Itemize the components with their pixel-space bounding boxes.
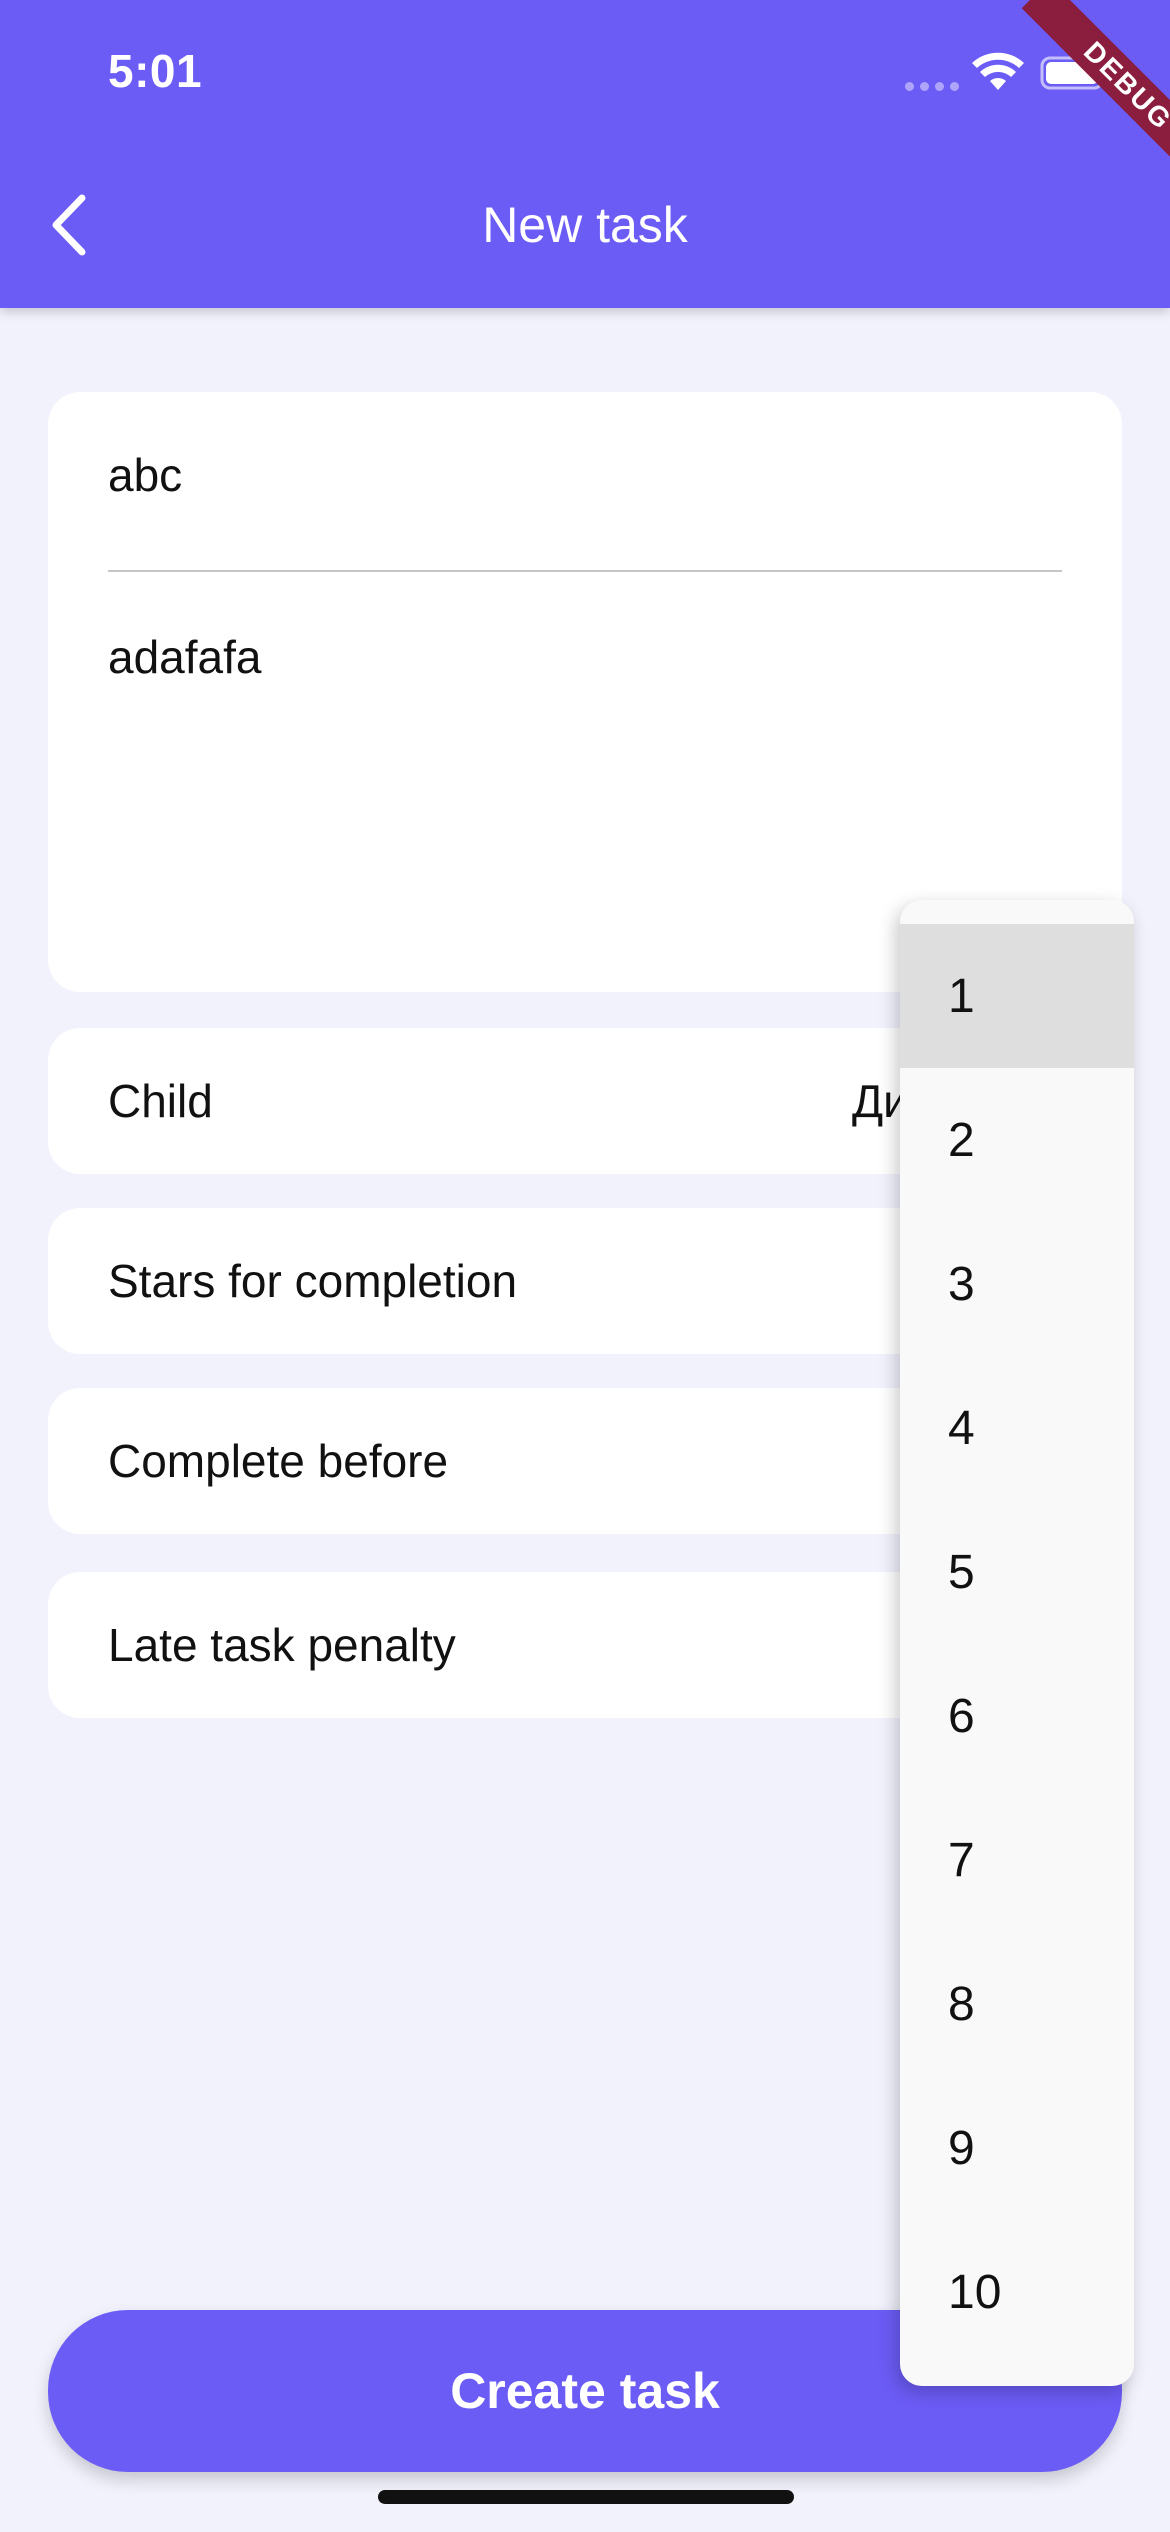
wifi-icon xyxy=(972,52,1024,90)
dropdown-option[interactable]: 9 xyxy=(900,2076,1134,2220)
dropdown-option[interactable]: 2 xyxy=(900,1068,1134,1212)
stars-label: Stars for completion xyxy=(108,1255,518,1307)
home-indicator xyxy=(378,2490,794,2504)
debug-ribbon: DEBUG xyxy=(1021,0,1170,180)
late-penalty-label: Late task penalty xyxy=(108,1619,456,1671)
dropdown-option[interactable]: 8 xyxy=(900,1932,1134,2076)
child-label: Child xyxy=(108,1075,213,1127)
app-bar: 5:01 DEBUG New task xyxy=(0,0,1170,308)
dropdown-option[interactable]: 10 xyxy=(900,2220,1134,2364)
stars-dropdown-menu: 1 2 3 4 5 6 7 8 9 10 xyxy=(900,900,1134,2386)
dropdown-option[interactable]: 5 xyxy=(900,1500,1134,1644)
dropdown-option[interactable]: 7 xyxy=(900,1788,1134,1932)
task-description-input[interactable]: adafafa xyxy=(108,630,261,684)
dropdown-option[interactable]: 1 xyxy=(900,924,1134,1068)
title-divider xyxy=(108,570,1062,572)
battery-icon xyxy=(1040,56,1110,90)
status-time: 5:01 xyxy=(108,45,203,97)
dropdown-option[interactable]: 4 xyxy=(900,1356,1134,1500)
cellular-signal-icon xyxy=(905,82,959,91)
complete-before-label: Complete before xyxy=(108,1435,449,1487)
screen: 5:01 DEBUG New task abc adafafa Child St… xyxy=(0,0,1170,2532)
dropdown-option[interactable]: 3 xyxy=(900,1212,1134,1356)
dropdown-option[interactable]: 6 xyxy=(900,1644,1134,1788)
task-title-input[interactable]: abc xyxy=(108,448,182,502)
page-title: New task xyxy=(482,197,688,253)
